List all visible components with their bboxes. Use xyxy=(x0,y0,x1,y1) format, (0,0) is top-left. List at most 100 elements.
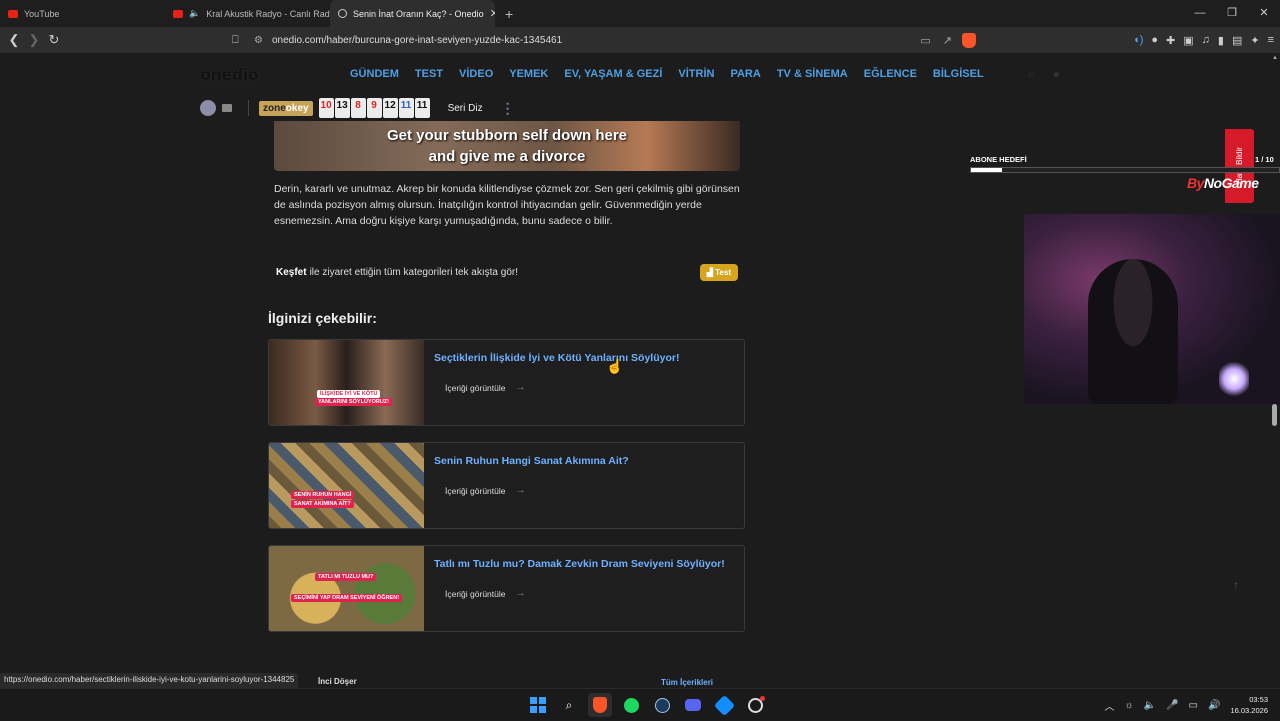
close-tab-icon[interactable]: ✕ xyxy=(490,7,495,20)
streamer-silhouette xyxy=(1088,259,1178,404)
kesfet-banner[interactable]: Keşfet ile ziyaret ettiğin tüm kategoril… xyxy=(276,262,738,282)
all-content-link[interactable]: Tüm İçerikleri xyxy=(661,678,713,687)
test-button-label: Test xyxy=(715,267,731,277)
card-title[interactable]: Senin Ruhun Hangi Sanat Akımına Ait? xyxy=(434,455,629,467)
obs-app[interactable] xyxy=(743,693,767,717)
extension-icon[interactable]: ● xyxy=(1151,34,1158,46)
okey-tile: 9 xyxy=(366,98,382,118)
menu-item[interactable]: TV & SİNEMA xyxy=(777,68,848,80)
bookmark-icon[interactable]: ⎕ xyxy=(232,34,254,47)
card-title[interactable]: Seçtiklerin İlişkide İyi ve Kötü Yanları… xyxy=(434,352,679,364)
tab-youtube[interactable]: YouTube xyxy=(0,0,165,27)
brave-shields-icon[interactable] xyxy=(962,32,976,48)
tab-title: Kral Akustik Radyo - Canlı Radyo xyxy=(206,8,330,19)
close-window-button[interactable]: ✕ xyxy=(1248,0,1280,27)
tray-chevron-icon[interactable]: ︿ xyxy=(1104,698,1114,713)
minimize-button[interactable]: — xyxy=(1184,0,1216,27)
menu-item[interactable]: TEST xyxy=(415,68,443,80)
scrollbar-thumb[interactable] xyxy=(1272,404,1277,426)
address-bar[interactable]: ⎕ ⚙ onedio.com/haber/burcuna-gore-inat-s… xyxy=(232,29,976,51)
arrow-right-icon[interactable]: → xyxy=(515,587,526,599)
card-title[interactable]: Tatlı mı Tuzlu mu? Damak Zevkin Dram Sev… xyxy=(434,558,725,570)
site-info-icon[interactable]: ⚙ xyxy=(254,35,272,46)
cast-icon[interactable]: ▭ xyxy=(920,34,930,47)
steam-app[interactable] xyxy=(650,693,674,717)
seri-diz-label[interactable]: Seri Diz xyxy=(448,103,483,114)
hata-bildir-button[interactable]: Hata Bildir xyxy=(1225,129,1254,203)
main-menu: GÜNDEM TEST VİDEO YEMEK EV, YAŞAM & GEZİ VİTR… xyxy=(350,68,984,80)
tab-onedio[interactable]: Senin İnat Oranın Kaç? - Onedio ✕ xyxy=(330,0,495,27)
search-icon[interactable]: ⌕ xyxy=(1028,67,1035,82)
view-content-link[interactable]: İçeriği görüntüle xyxy=(445,589,505,599)
menu-item[interactable]: VİDEO xyxy=(459,68,493,80)
user-icon[interactable]: ● xyxy=(1053,67,1060,82)
menu-item[interactable]: EV, YAŞAM & GEZİ xyxy=(564,68,662,80)
more-vertical-icon[interactable]: ⋮ xyxy=(501,101,515,115)
scrollbar[interactable]: ▲ xyxy=(1270,53,1280,673)
audio-playing-icon[interactable]: ◖) xyxy=(1133,34,1143,46)
onedio-logo[interactable]: onedio xyxy=(200,65,350,84)
divider xyxy=(248,100,249,116)
reload-button[interactable]: ↻ xyxy=(44,32,64,48)
zone-okey-logo[interactable]: zoneokey xyxy=(259,100,313,116)
screenshot-icon[interactable]: ▣ xyxy=(1183,34,1193,47)
back-button[interactable]: ❮ xyxy=(4,32,24,48)
microphone-icon[interactable]: 🎤 xyxy=(1166,700,1178,711)
menu-item[interactable]: GÜNDEM xyxy=(350,68,399,80)
apps-icon[interactable] xyxy=(200,100,216,116)
menu-icon[interactable]: ≡ xyxy=(1268,34,1274,46)
card-thumbnail[interactable]: SENİN RUHUN HANGİ SANAT AKIMINA AİT? xyxy=(269,443,424,528)
battlenet-app[interactable] xyxy=(712,693,736,717)
browser-toolbar: ❮ ❯ ↻ ⎕ ⚙ onedio.com/haber/burcuna-gore-… xyxy=(0,27,1280,53)
zone-text: zone xyxy=(263,102,286,114)
speaker-icon[interactable]: 🔊 xyxy=(1208,700,1220,711)
music-icon[interactable]: ♫ xyxy=(1202,34,1210,46)
author-name[interactable]: İnci Döşer xyxy=(318,677,357,686)
scroll-to-top-icon[interactable]: ↑ xyxy=(1233,578,1239,592)
scroll-up-icon[interactable]: ▲ xyxy=(1272,55,1278,61)
related-card[interactable]: TATLI MI TUZLU MU? SEÇİMİNİ YAP DRAM SEV… xyxy=(268,545,745,632)
restore-button[interactable]: ❐ xyxy=(1216,0,1248,27)
puzzle-icon[interactable]: ✚ xyxy=(1166,34,1175,47)
thumb-badge: TATLI MI TUZLU MU? xyxy=(315,573,377,581)
view-content-link[interactable]: İçeriği görüntüle xyxy=(445,383,505,393)
menu-item[interactable]: VİTRİN xyxy=(678,68,714,80)
card-thumbnail[interactable]: TATLI MI TUZLU MU? SEÇİMİNİ YAP DRAM SEV… xyxy=(269,546,424,631)
tab-title: YouTube xyxy=(24,8,60,19)
leo-ai-icon[interactable]: ✦ xyxy=(1250,34,1259,47)
sidebar-icon[interactable]: ▮ xyxy=(1218,34,1224,47)
hero-gif: Get your stubborn self down here and giv… xyxy=(274,121,740,171)
wallet-icon[interactable]: ▤ xyxy=(1232,34,1242,47)
search-button[interactable]: ⌕ xyxy=(557,693,581,717)
hand-cursor-icon: ☝ xyxy=(606,358,624,374)
okey-tile: 8 xyxy=(350,98,366,118)
arrow-right-icon[interactable]: → xyxy=(515,381,526,393)
tab-kral-radyo[interactable]: 🔈 Kral Akustik Radyo - Canlı Radyo xyxy=(165,0,330,27)
share-icon[interactable]: ↗ xyxy=(943,34,952,47)
url-text[interactable]: onedio.com/haber/burcuna-gore-inat-seviy… xyxy=(272,35,914,46)
bynogame-logo: ByNoGame xyxy=(1187,175,1259,191)
card-thumbnail[interactable]: İLİŞKİDE İYİ VE KÖTÜ YANLARINI SÖYLÜYORU… xyxy=(269,340,424,425)
ad-icon[interactable] xyxy=(222,104,232,112)
menu-item[interactable]: BİLGİSEL xyxy=(933,68,984,80)
brave-app[interactable] xyxy=(588,693,612,717)
speaker-icon[interactable]: 🔈 xyxy=(189,8,200,19)
view-content-link[interactable]: İçeriği görüntüle xyxy=(445,486,505,496)
display-icon[interactable]: ▭ xyxy=(1189,700,1198,711)
arrow-right-icon[interactable]: → xyxy=(515,484,526,496)
spotify-app[interactable] xyxy=(619,693,643,717)
okey-tiles[interactable]: 10 13 8 9 12 11 11 xyxy=(318,98,430,118)
menu-item[interactable]: PARA xyxy=(730,68,760,80)
discord-app[interactable] xyxy=(681,693,705,717)
menu-item[interactable]: EĞLENCE xyxy=(864,68,917,80)
clock[interactable]: 03:53 16.03.2026 xyxy=(1230,694,1268,716)
menu-item[interactable]: YEMEK xyxy=(509,68,548,80)
new-tab-button[interactable]: + xyxy=(505,6,513,22)
test-button[interactable]: ▟ Test xyxy=(699,263,738,281)
related-card[interactable]: İLİŞKİDE İYİ VE KÖTÜ YANLARINI SÖYLÜYORU… xyxy=(268,339,745,426)
related-card[interactable]: SENİN RUHUN HANGİ SANAT AKIMINA AİT? Sen… xyxy=(268,442,745,529)
start-button[interactable] xyxy=(526,693,550,717)
volume-icon[interactable]: 🔈 xyxy=(1144,700,1156,711)
forward-button[interactable]: ❯ xyxy=(24,32,44,48)
brightness-icon[interactable]: ☼ xyxy=(1124,700,1133,711)
